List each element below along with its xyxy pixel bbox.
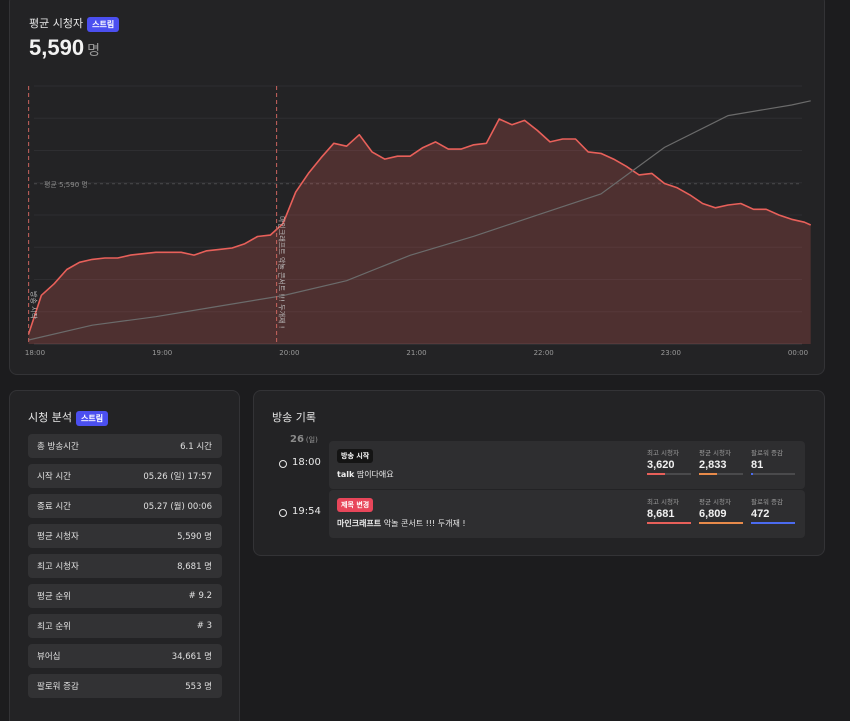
broadcast-log-card: 방송 기록 26 (일) 18:00 방송 시작 talk 땀이다애요 최고 시청자 3,…: [253, 390, 825, 556]
event-metric: 평균 시청자 2,833: [699, 447, 743, 475]
event-metric: 최고 시청자 8,681: [647, 496, 691, 524]
metric-bar: [647, 522, 691, 524]
event-time: 19:54: [292, 506, 321, 517]
metric-value: 8,681: [647, 508, 675, 520]
metric-label: 팔로워 증감: [751, 449, 783, 457]
stat-label: 평균 시청자: [37, 532, 79, 542]
metric-bar: [647, 473, 691, 475]
event-title-bold: talk: [337, 470, 355, 479]
viewers-area: [28, 119, 811, 344]
stat-value: 05.26 (일) 17:57: [143, 472, 212, 482]
stat-label: 뷰어십: [37, 652, 61, 662]
event-card[interactable]: 방송 시작 talk 땀이다애요 최고 시청자 3,620 평균 시청자 2,833 팔로워…: [329, 441, 805, 489]
stat-row: 최고 순위 # 3: [28, 614, 222, 638]
metric-bar: [699, 473, 743, 475]
timeline-dot-icon: [279, 460, 287, 468]
stat-value: 8,681 명: [177, 562, 212, 572]
event-marker-label: 마인크래프트 악놀 콘서트 !!! 두개재 !: [278, 216, 287, 329]
event-tag: 제목 변경: [337, 498, 374, 512]
analysis-card: 시청 분석 스트림 총 방송시간 6.1 시간시작 시간 05.26 (일) 17:5…: [9, 390, 240, 721]
x-tick-label: 20:00: [279, 349, 299, 357]
x-tick-label: 18:00: [25, 349, 45, 357]
metric-label: 최고 시청자: [647, 498, 679, 506]
stat-label: 평균 순위: [37, 592, 71, 602]
stat-row: 팔로워 증감 553 명: [28, 674, 222, 698]
stat-row: 뷰어십 34,661 명: [28, 644, 222, 668]
metric-value: 6,809: [699, 508, 727, 520]
stat-value: # 9.2: [188, 591, 212, 601]
stat-row: 평균 시청자 5,590 명: [28, 524, 222, 548]
x-tick-label: 19:00: [152, 349, 172, 357]
stat-value: 34,661 명: [171, 652, 212, 662]
event-metric: 최고 시청자 3,620: [647, 447, 691, 475]
event-tag: 방송 시작: [337, 449, 374, 463]
metric-value: 472: [751, 508, 770, 520]
stat-label: 시작 시간: [37, 472, 71, 482]
metric-bar: [751, 522, 795, 524]
metric-value: 81: [751, 459, 764, 471]
analysis-stream-badge[interactable]: 스트림: [75, 410, 109, 426]
average-line-label: 평균 5,590 명: [44, 180, 88, 189]
stat-label: 최고 순위: [37, 622, 71, 632]
metric-bar: [699, 522, 743, 524]
viewer-chart[interactable]: 평균 5,590 명방송 시작 마인크래프트 악놀 콘서트 !!! 두개재 ! 18…: [10, 0, 826, 376]
metric-value: 2,833: [699, 459, 727, 471]
metric-bar: [751, 473, 795, 475]
analysis-title: 시청 분석: [28, 411, 72, 424]
event-title-rest: 땀이다애요: [354, 470, 394, 479]
event-title-bold: 마인크래프트: [337, 519, 382, 528]
metric-bar-fill: [751, 522, 795, 524]
x-tick-label: 23:00: [661, 349, 681, 357]
event-metric: 팔로워 증감 81: [751, 447, 795, 475]
stat-row: 최고 시청자 8,681 명: [28, 554, 222, 578]
metric-bar-fill: [751, 473, 754, 475]
event-item[interactable]: 19:54 제목 변경마인크래프트 악놀 콘서트 !!! 두개재 ! 최고 시청자 8…: [275, 490, 805, 538]
stat-row: 총 방송시간 6.1 시간: [28, 434, 222, 458]
x-tick-label: 00:00: [788, 349, 808, 357]
timeline-dot-icon: [279, 509, 287, 517]
stat-value: 5,590 명: [177, 532, 212, 542]
metric-bar-fill: [647, 473, 666, 475]
event-metric: 평균 시청자 6,809: [699, 496, 743, 524]
stat-value: # 3: [196, 621, 212, 631]
metric-label: 평균 시청자: [699, 449, 731, 457]
stat-label: 종료 시간: [37, 502, 71, 512]
event-title-rest: 악놀 콘서트 !!! 두개재 !: [381, 519, 466, 528]
stat-value: 6.1 시간: [180, 442, 212, 452]
metric-label: 평균 시청자: [699, 498, 731, 506]
x-tick-label: 22:00: [534, 349, 554, 357]
analysis-header: 시청 분석 스트림: [28, 409, 109, 426]
stat-row: 시작 시간 05.26 (일) 17:57: [28, 464, 222, 488]
event-card[interactable]: 제목 변경마인크래프트 악놀 콘서트 !!! 두개재 ! 최고 시청자 8,681 평…: [329, 490, 805, 538]
metric-label: 팔로워 증감: [751, 498, 783, 506]
stat-label: 최고 시청자: [37, 562, 79, 572]
stat-row: 평균 순위 # 9.2: [28, 584, 222, 608]
event-title: talk 땀이다애요: [337, 469, 394, 480]
stat-label: 팔로워 증감: [37, 682, 79, 692]
metric-bar-fill: [647, 522, 691, 524]
event-item[interactable]: 18:00 방송 시작 talk 땀이다애요 최고 시청자 3,620 평균 시청자 2,8…: [275, 441, 805, 489]
metric-value: 3,620: [647, 459, 675, 471]
log-title: 방송 기록: [272, 411, 316, 424]
event-marker-label: 방송 시작: [30, 291, 39, 320]
x-tick-label: 21:00: [406, 349, 426, 357]
chart-card: 평균 시청자 스트림 5,590 명 평균 5,590 명 방송 시작 마인크래프트 악…: [9, 0, 825, 375]
event-time: 18:00: [292, 457, 321, 468]
metric-label: 최고 시청자: [647, 449, 679, 457]
stat-value: 05.27 (월) 00:06: [143, 502, 212, 512]
event-metric: 팔로워 증감 472: [751, 496, 795, 524]
metric-bar-fill: [699, 473, 717, 475]
stat-row: 종료 시간 05.27 (월) 00:06: [28, 494, 222, 518]
stat-label: 총 방송시간: [37, 442, 79, 452]
event-title: 마인크래프트 악놀 콘서트 !!! 두개재 !: [337, 518, 466, 529]
metric-bar-fill: [699, 522, 743, 524]
stat-value: 553 명: [185, 682, 212, 692]
